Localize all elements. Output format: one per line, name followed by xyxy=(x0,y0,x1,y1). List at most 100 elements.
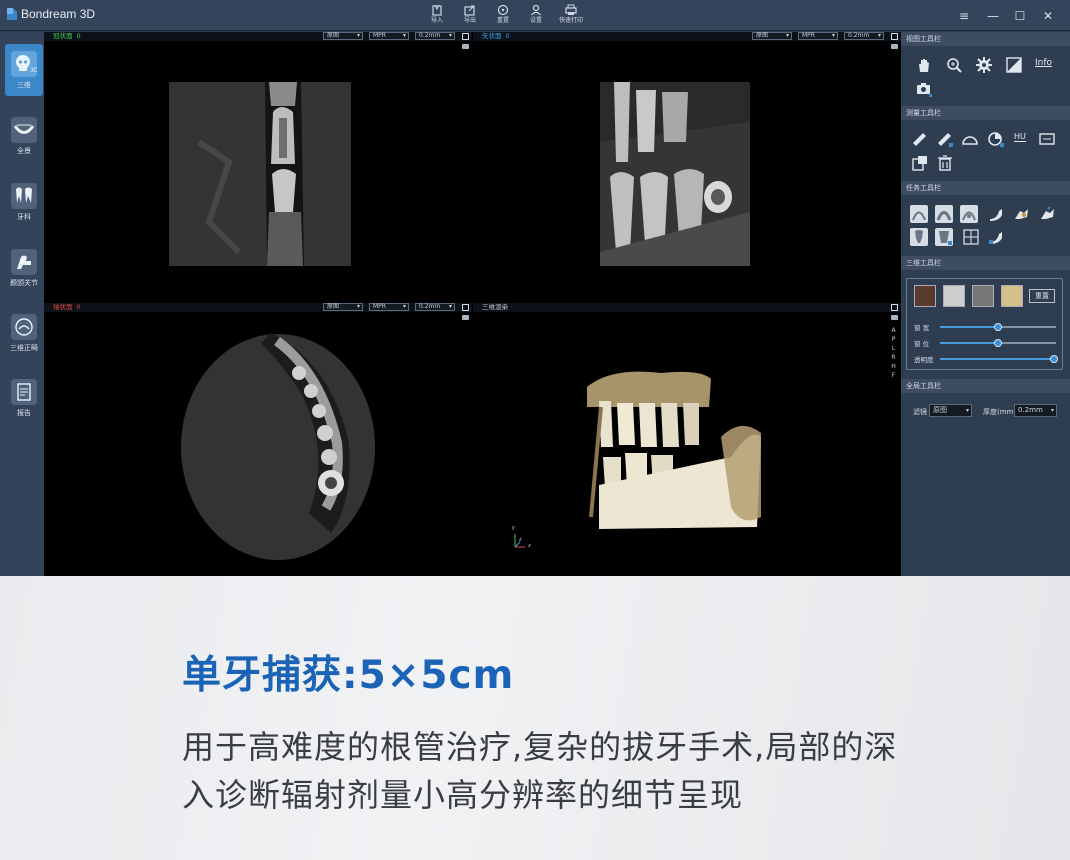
reset-label: 重置 xyxy=(496,17,509,24)
viewport-title: 矢状面 0 xyxy=(482,32,510,40)
contrast-gear-icon[interactable] xyxy=(975,56,993,74)
sidebar-item-report[interactable]: 报告 xyxy=(5,372,43,424)
minimize-button[interactable]: — xyxy=(985,8,1001,24)
app-title: Bondream 3D xyxy=(21,7,96,21)
render3d-viewport[interactable]: 三维渲染 A P L R H F y x z xyxy=(473,303,901,576)
grid-layout-icon[interactable] xyxy=(962,228,980,246)
arch-auto-tool[interactable] xyxy=(935,205,953,223)
maximize-viewport-icon[interactable] xyxy=(891,304,898,311)
coronal-viewport[interactable]: 冠状面0 原图 MPR 0.2mm xyxy=(44,32,472,302)
import-button[interactable]: 导入 xyxy=(420,4,454,28)
export-measure-icon[interactable] xyxy=(911,154,929,172)
sidebar-item-tmj[interactable]: 颞颌关节 xyxy=(5,242,43,294)
report-icon xyxy=(11,379,37,405)
sidebar-item-3d[interactable]: 3D 三维 xyxy=(5,44,43,96)
window-level-icon[interactable] xyxy=(1005,56,1023,74)
orient-left[interactable]: L xyxy=(890,344,897,353)
maximize-viewport-icon[interactable] xyxy=(462,33,469,40)
menu-button[interactable]: ≡ xyxy=(956,8,972,24)
render-select[interactable]: MPR xyxy=(369,32,409,40)
sidebar-item-label: 颞颌关节 xyxy=(10,279,38,287)
axial-viewport[interactable]: 轴状面0 原图 MPR 0.2mm xyxy=(44,303,472,576)
module-sidebar: 3D 三维 全景 牙科 颞颌关节 三维正畸 报告 xyxy=(0,32,44,576)
multi-ruler-icon[interactable] xyxy=(936,130,954,148)
preset-bone-color[interactable] xyxy=(914,285,936,307)
hu-value-button[interactable]: HU xyxy=(1014,132,1026,142)
slider-knob[interactable] xyxy=(994,323,1002,331)
maximize-viewport-icon[interactable] xyxy=(891,33,898,40)
slider-knob[interactable] xyxy=(994,339,1002,347)
settings-label: 设置 xyxy=(529,17,542,24)
sidebar-item-label: 报告 xyxy=(17,409,31,417)
mode-select[interactable]: 原图 xyxy=(752,32,792,40)
pan-hand-icon[interactable] xyxy=(915,56,933,74)
orient-foot[interactable]: F xyxy=(890,371,897,380)
implant-tool[interactable] xyxy=(910,228,928,246)
preset-teeth[interactable] xyxy=(1001,285,1023,307)
close-button[interactable]: ✕ xyxy=(1040,8,1056,24)
snapshot-icon[interactable] xyxy=(462,44,469,49)
viewport-title: 冠状面 0 xyxy=(53,32,81,40)
orient-right[interactable]: R xyxy=(890,353,897,362)
orient-head[interactable]: H xyxy=(890,362,897,371)
jaw-align-icon[interactable] xyxy=(987,228,1005,246)
slider-fill xyxy=(940,326,998,328)
skull-3d-icon: 3D xyxy=(11,51,39,77)
tooth-segment-tool[interactable] xyxy=(935,228,953,246)
snapshot-icon[interactable] xyxy=(891,44,898,49)
ruler-icon[interactable] xyxy=(911,130,929,148)
thickness-select[interactable]: 0.2mm xyxy=(844,32,884,40)
window-width-slider[interactable] xyxy=(940,323,1056,331)
sagittal-viewport[interactable]: 矢状面0 原图 MPR 0.2mm xyxy=(473,32,901,302)
settings-button[interactable]: 设置 xyxy=(519,4,553,28)
thickness-select[interactable]: 0.2mm xyxy=(415,32,455,40)
annotation-icon[interactable] xyxy=(1038,130,1056,148)
orient-posterior[interactable]: P xyxy=(890,335,897,344)
tooth-icon xyxy=(11,183,37,209)
mode-select[interactable]: 原图 xyxy=(323,303,363,311)
viewport-title: 轴状面 0 xyxy=(53,303,81,311)
filter-select[interactable]: 原图 xyxy=(929,404,972,417)
window-level-slider[interactable] xyxy=(940,339,1056,347)
render-reset-button[interactable]: 重置 xyxy=(1029,289,1055,303)
area-pie-icon[interactable] xyxy=(987,130,1005,148)
render-select[interactable]: MPR xyxy=(798,32,838,40)
slider-knob[interactable] xyxy=(1049,355,1058,363)
maximize-viewport-icon[interactable] xyxy=(462,304,469,311)
airway-icon[interactable] xyxy=(1038,205,1056,223)
sidebar-item-dental[interactable]: 牙科 xyxy=(5,176,43,228)
camera-icon[interactable] xyxy=(915,80,933,98)
minimize-icon: — xyxy=(987,9,999,23)
mode-select[interactable]: 原图 xyxy=(323,32,363,40)
view-toolbar-header: 视图工具栏 xyxy=(901,32,1070,46)
zoom-icon[interactable] xyxy=(945,56,963,74)
print-button[interactable]: 快速打印 xyxy=(554,4,588,28)
tmj-icon[interactable] xyxy=(1012,205,1030,223)
render-select[interactable]: MPR xyxy=(369,303,409,311)
opacity-slider[interactable] xyxy=(940,355,1058,363)
sidebar-item-label: 全景 xyxy=(17,147,31,155)
maximize-button[interactable]: ☐ xyxy=(1012,8,1028,24)
axial-ct-image xyxy=(181,333,375,560)
snapshot-icon[interactable] xyxy=(462,315,469,320)
feature-banner: 单牙捕获:5×5cm 用于高难度的根管治疗,复杂的拔牙手术,局部的深 入诊断辐射… xyxy=(0,576,1070,860)
mandible-icon[interactable] xyxy=(987,205,1005,223)
orient-anterior[interactable]: A xyxy=(890,326,897,335)
reset-button[interactable]: 重置 xyxy=(486,4,520,28)
thickness-select[interactable]: 0.2mm xyxy=(1014,404,1057,417)
preset-skull-gray[interactable] xyxy=(972,285,994,307)
viewport-grid: 冠状面0 原图 MPR 0.2mm 矢状面0 xyxy=(44,32,901,576)
orthodontic-icon xyxy=(11,314,37,340)
arch-nerve-tool[interactable] xyxy=(960,205,978,223)
info-button[interactable]: Info xyxy=(1035,58,1052,68)
sidebar-item-panorama[interactable]: 全景 xyxy=(5,110,43,162)
tooth-segment-icon xyxy=(939,231,952,245)
trash-icon[interactable] xyxy=(936,154,954,172)
preset-skull-white[interactable] xyxy=(943,285,965,307)
arch-curve-tool[interactable] xyxy=(910,205,928,223)
export-button[interactable]: 导出 xyxy=(453,4,487,28)
sidebar-item-ortho[interactable]: 三维正畸 xyxy=(5,307,43,359)
thickness-select[interactable]: 0.2mm xyxy=(415,303,455,311)
snapshot-icon[interactable] xyxy=(891,315,898,320)
protractor-icon[interactable] xyxy=(961,130,979,148)
